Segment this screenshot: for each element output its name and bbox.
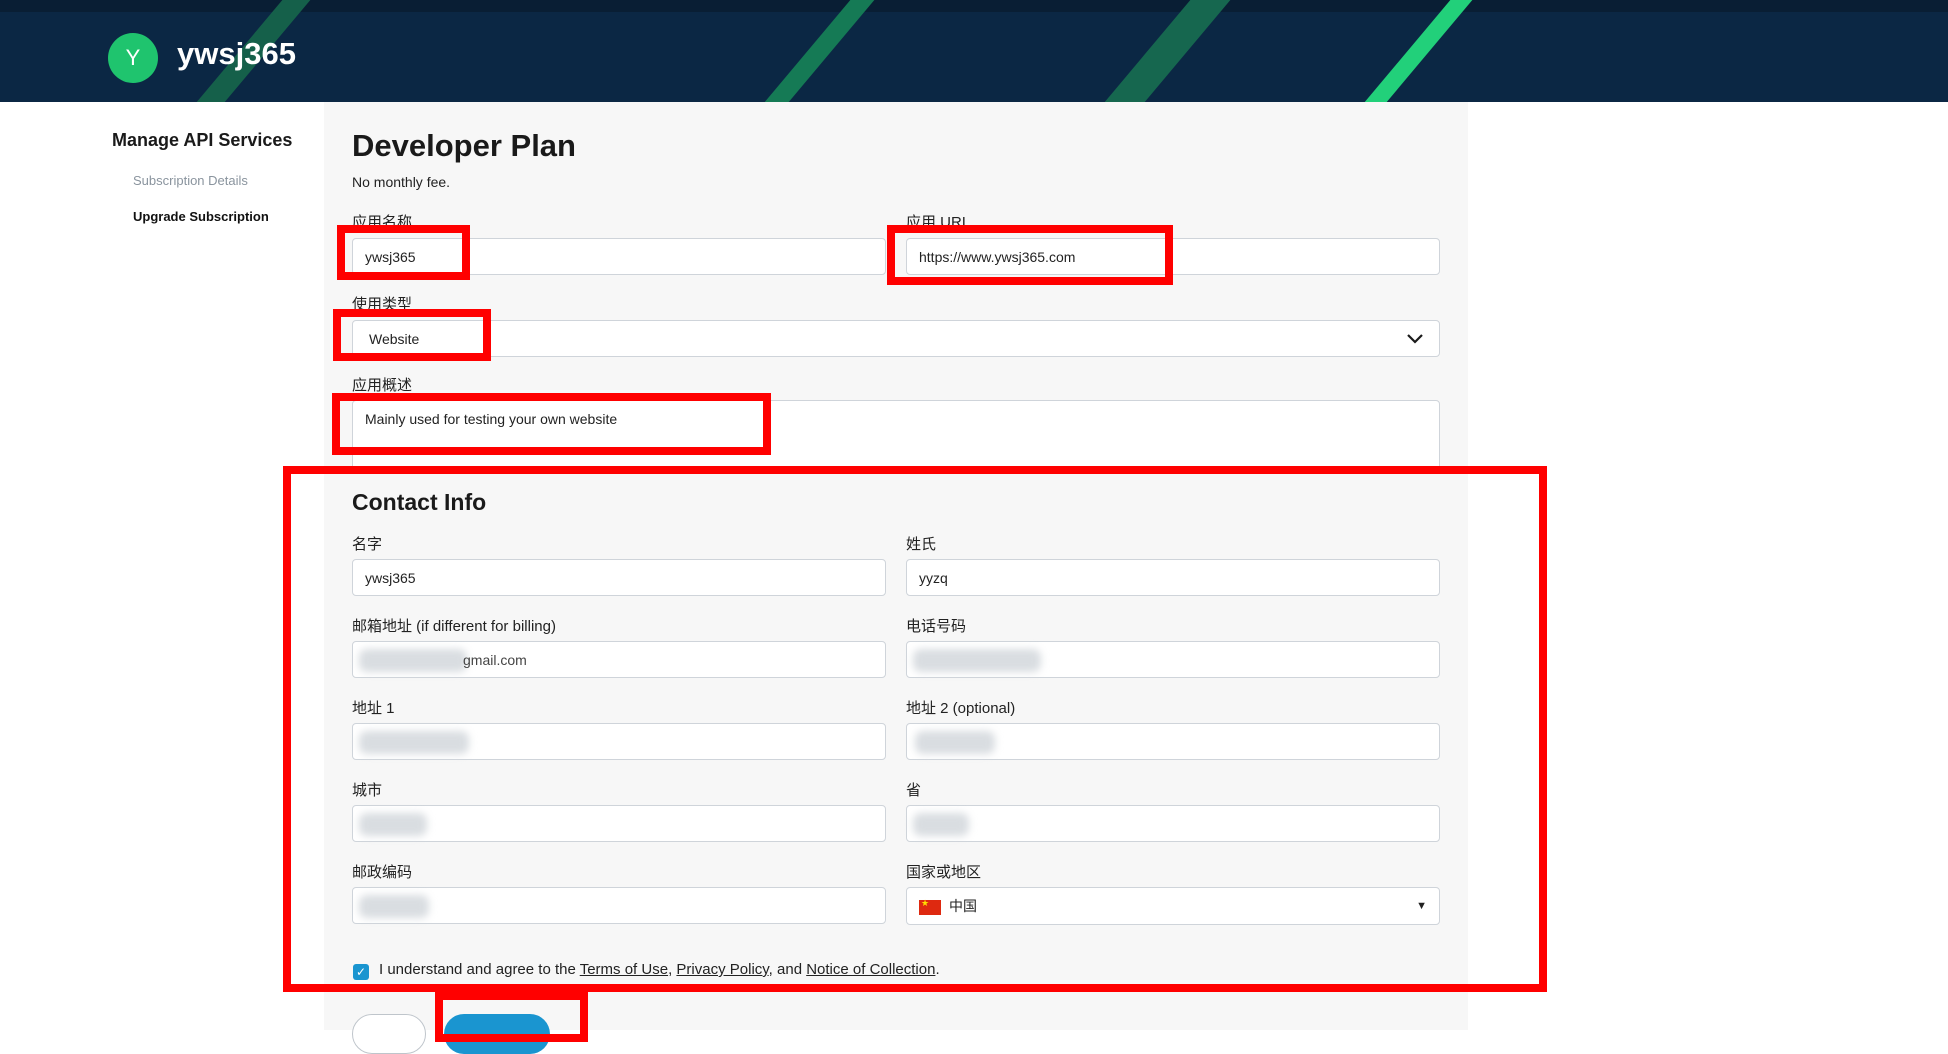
first-name-value: ywsj365 — [365, 570, 416, 586]
email-label: 邮箱地址 (if different for billing) — [352, 618, 556, 635]
header-stripe-decoration — [1072, 0, 1248, 102]
address2-label: 地址 2 (optional) — [906, 700, 1016, 717]
last-name-value: yyzq — [919, 570, 948, 586]
submit-button[interactable] — [444, 1014, 550, 1054]
header-stripe-decoration — [1332, 0, 1490, 102]
redacted-blur — [913, 649, 1041, 672]
redacted-blur — [359, 895, 429, 918]
chevron-down-icon — [1407, 334, 1423, 344]
agreement-separator: , and — [768, 961, 807, 978]
sidebar: Manage API Services Subscription Details… — [112, 130, 312, 224]
sidebar-item-subscription-details[interactable]: Subscription Details — [133, 173, 248, 188]
phone-label: 电话号码 — [906, 618, 967, 635]
usage-type-label: 使用类型 — [352, 296, 413, 313]
first-name-input[interactable]: ywsj365 — [352, 559, 886, 596]
agreement-suffix: . — [935, 961, 940, 978]
redacted-blur — [913, 813, 969, 836]
avatar[interactable]: Y — [108, 33, 158, 83]
contact-info-heading: Contact Info — [352, 489, 487, 515]
brand-name: ywsj365 — [177, 36, 296, 71]
country-select[interactable]: 中国 ▼ — [906, 887, 1440, 925]
redacted-blur — [915, 731, 995, 754]
usage-type-select[interactable]: Website — [352, 320, 1440, 357]
address1-input[interactable] — [352, 723, 886, 760]
agree-checkbox[interactable]: ✓ — [353, 964, 369, 980]
top-header: Y ywsj365 — [0, 0, 1948, 102]
header-stripe-decoration — [732, 0, 892, 102]
agreement-text: I understand and agree to the Terms of U… — [379, 961, 940, 978]
china-flag-icon — [919, 898, 941, 915]
city-input[interactable] — [352, 805, 886, 842]
sidebar-title: Manage API Services — [112, 130, 293, 150]
redacted-blur — [359, 731, 469, 754]
province-label: 省 — [906, 782, 922, 799]
app-url-input[interactable]: https://www.ywsj365.com — [906, 238, 1440, 275]
cancel-button[interactable] — [352, 1014, 426, 1054]
address2-input[interactable] — [906, 723, 1440, 760]
city-label: 城市 — [352, 782, 383, 799]
postal-code-label: 邮政编码 — [352, 864, 413, 881]
email-input[interactable]: gmail.com — [352, 641, 886, 678]
app-name-input[interactable]: ywsj365 — [352, 238, 886, 275]
usage-type-value: Website — [369, 331, 420, 347]
country-value: 中国 — [949, 898, 977, 914]
last-name-label: 姓氏 — [906, 536, 937, 553]
redacted-blur — [359, 649, 467, 672]
terms-of-use-link[interactable]: Terms of Use — [580, 961, 668, 978]
page-title: Developer Plan — [352, 128, 576, 163]
address1-label: 地址 1 — [352, 700, 395, 717]
sidebar-item-upgrade-subscription[interactable]: Upgrade Subscription — [133, 209, 269, 224]
privacy-policy-link[interactable]: Privacy Policy — [676, 961, 768, 978]
postal-code-input[interactable] — [352, 887, 886, 924]
first-name-label: 名字 — [352, 536, 383, 553]
caret-down-icon: ▼ — [1416, 900, 1427, 912]
description-label: 应用概述 — [352, 377, 413, 394]
last-name-input[interactable]: yyzq — [906, 559, 1440, 596]
notice-of-collection-link[interactable]: Notice of Collection — [806, 961, 935, 978]
app-url-label: 应用 URL — [906, 214, 971, 231]
redacted-blur — [359, 813, 427, 836]
plan-subtitle: No monthly fee. — [352, 174, 451, 190]
app-name-label: 应用名称 — [352, 214, 413, 231]
description-value: Mainly used for testing your own website — [365, 411, 618, 427]
province-input[interactable] — [906, 805, 1440, 842]
check-icon: ✓ — [355, 965, 367, 979]
country-label: 国家或地区 — [906, 864, 982, 881]
email-value: gmail.com — [463, 652, 527, 668]
phone-input[interactable] — [906, 641, 1440, 678]
agreement-prefix: I understand and agree to the — [379, 961, 580, 978]
app-name-value: ywsj365 — [365, 249, 416, 265]
app-url-value: https://www.ywsj365.com — [919, 249, 1076, 265]
description-textarea[interactable]: Mainly used for testing your own website — [352, 400, 1440, 472]
